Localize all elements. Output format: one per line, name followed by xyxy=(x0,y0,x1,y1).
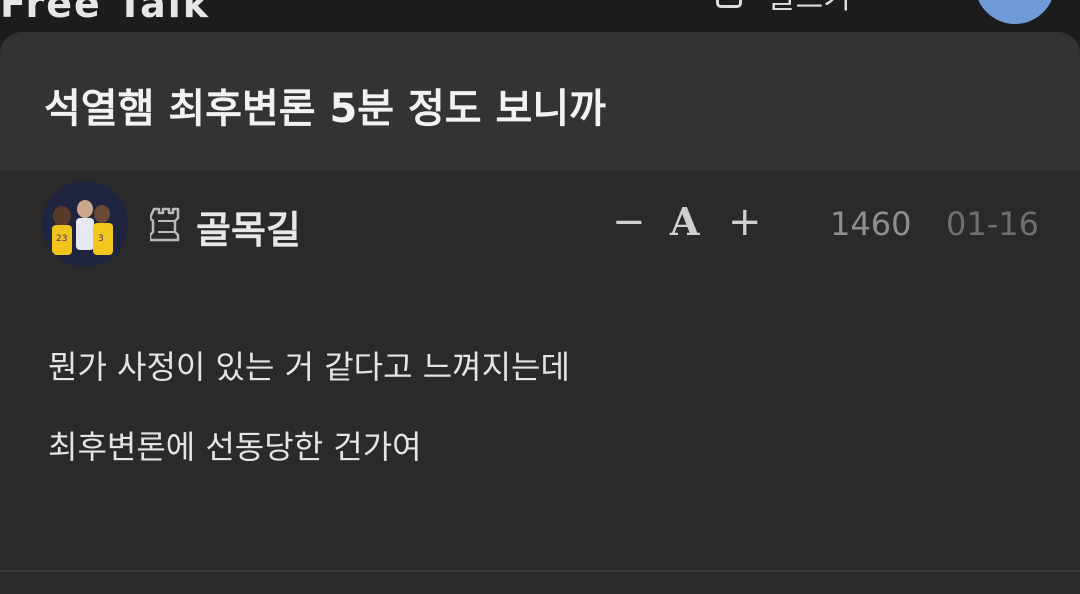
post-body-line: 최후변론에 선동당한 건가여 xyxy=(48,428,422,466)
view-count: 1460 xyxy=(830,205,912,243)
svg-text:23: 23 xyxy=(56,234,67,244)
post-card: 석열햄 최후변론 5분 정도 보니까 3 23 골목길 − A + 1460 0… xyxy=(0,32,1080,594)
font-decrease-button[interactable]: − xyxy=(612,199,646,245)
post-date: 01-16 xyxy=(946,205,1039,243)
author-avatar[interactable]: 3 23 xyxy=(42,181,128,267)
svg-text:3: 3 xyxy=(98,234,104,244)
post-body-line: 뭔가 사정이 있는 거 같다고 느껴지는데 xyxy=(48,348,570,386)
post-title-bar: 석열햄 최후변론 5분 정도 보니까 xyxy=(0,32,1080,171)
divider xyxy=(0,570,1080,572)
post-title: 석열햄 최후변론 5분 정도 보니까 xyxy=(44,86,606,132)
rook-level-icon xyxy=(150,207,180,242)
font-size-button[interactable]: A xyxy=(670,199,699,244)
board-title[interactable]: Free Talk xyxy=(0,0,210,26)
user-avatar[interactable] xyxy=(975,0,1055,24)
font-increase-button[interactable]: + xyxy=(728,199,762,245)
avatar-image: 3 23 xyxy=(42,181,128,267)
write-button[interactable]: 글쓰기 xyxy=(716,0,851,16)
author-row: 3 23 골목길 − A + 1460 01-16 xyxy=(0,171,1080,281)
write-icon xyxy=(716,0,742,8)
write-label: 글쓰기 xyxy=(768,0,851,17)
author-name[interactable]: 골목길 xyxy=(196,199,301,254)
